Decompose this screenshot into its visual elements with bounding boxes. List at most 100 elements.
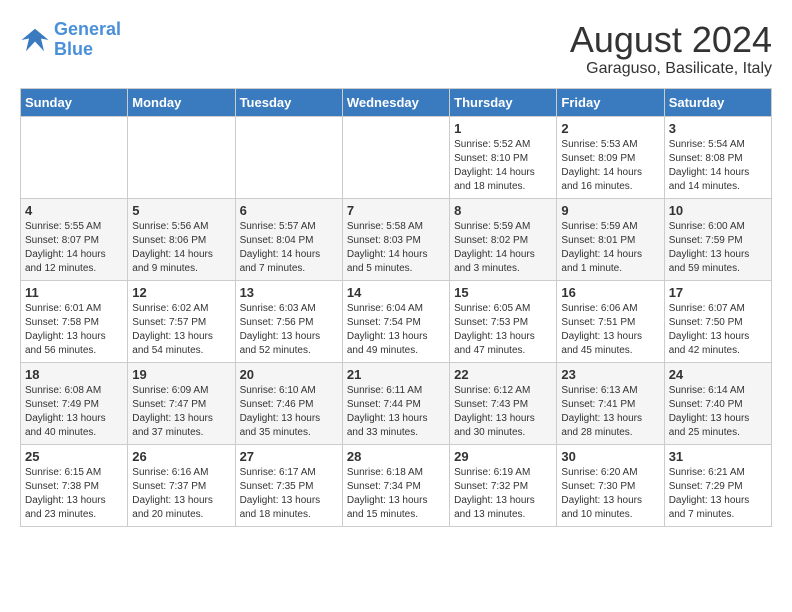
day-number: 21 [347, 367, 445, 382]
calendar-week-row: 11 Sunrise: 6:01 AM Sunset: 7:58 PM Dayli… [21, 280, 772, 362]
day-info: Sunrise: 6:03 AM Sunset: 7:56 PM Dayligh… [240, 302, 338, 358]
weekday-header-monday: Monday [128, 88, 235, 116]
day-info: Sunrise: 6:11 AM Sunset: 7:44 PM Dayligh… [347, 384, 445, 440]
day-info: Sunrise: 6:21 AM Sunset: 7:29 PM Dayligh… [669, 466, 767, 522]
calendar-cell: 7 Sunrise: 5:58 AM Sunset: 8:03 PM Daylig… [342, 198, 449, 280]
day-info: Sunrise: 6:17 AM Sunset: 7:35 PM Dayligh… [240, 466, 338, 522]
calendar-cell: 3 Sunrise: 5:54 AM Sunset: 8:08 PM Daylig… [664, 116, 771, 198]
calendar-cell: 30 Sunrise: 6:20 AM Sunset: 7:30 PM Dayli… [557, 444, 664, 526]
day-number: 10 [669, 203, 767, 218]
calendar-cell: 11 Sunrise: 6:01 AM Sunset: 7:58 PM Dayli… [21, 280, 128, 362]
day-info: Sunrise: 6:02 AM Sunset: 7:57 PM Dayligh… [132, 302, 230, 358]
day-number: 2 [561, 121, 659, 136]
calendar-cell: 14 Sunrise: 6:04 AM Sunset: 7:54 PM Dayli… [342, 280, 449, 362]
day-info: Sunrise: 5:57 AM Sunset: 8:04 PM Dayligh… [240, 220, 338, 276]
day-number: 30 [561, 449, 659, 464]
day-number: 16 [561, 285, 659, 300]
calendar-cell [21, 116, 128, 198]
calendar-cell: 26Sunrise: 6:16 AM Sunset: 7:37 PM Dayli… [128, 444, 235, 526]
day-number: 22 [454, 367, 552, 382]
day-info: Sunrise: 5:52 AM Sunset: 8:10 PM Dayligh… [454, 138, 552, 194]
calendar-cell: 31 Sunrise: 6:21 AM Sunset: 7:29 PM Dayli… [664, 444, 771, 526]
calendar-cell: 16 Sunrise: 6:06 AM Sunset: 7:51 PM Dayli… [557, 280, 664, 362]
day-number: 5 [132, 203, 230, 218]
day-number: 17 [669, 285, 767, 300]
day-info: Sunrise: 5:58 AM Sunset: 8:03 PM Dayligh… [347, 220, 445, 276]
calendar-cell: 9 Sunrise: 5:59 AM Sunset: 8:01 PM Daylig… [557, 198, 664, 280]
calendar-cell: 4 Sunrise: 5:55 AM Sunset: 8:07 PM Daylig… [21, 198, 128, 280]
day-info: Sunrise: 5:59 AM Sunset: 8:02 PM Dayligh… [454, 220, 552, 276]
calendar-cell: 5 Sunrise: 5:56 AM Sunset: 8:06 PM Daylig… [128, 198, 235, 280]
calendar-cell: 29 Sunrise: 6:19 AM Sunset: 7:32 PM Dayli… [450, 444, 557, 526]
day-info: Sunrise: 6:20 AM Sunset: 7:30 PM Dayligh… [561, 466, 659, 522]
day-info: Sunrise: 5:53 AM Sunset: 8:09 PM Dayligh… [561, 138, 659, 194]
title-block: August 2024 Garaguso, Basilicate, Italy [570, 20, 772, 78]
calendar-cell: 8Sunrise: 5:59 AM Sunset: 8:02 PM Daylig… [450, 198, 557, 280]
calendar-cell: 28 Sunrise: 6:18 AM Sunset: 7:34 PM Dayli… [342, 444, 449, 526]
day-number: 28 [347, 449, 445, 464]
calendar-cell: 17 Sunrise: 6:07 AM Sunset: 7:50 PM Dayli… [664, 280, 771, 362]
calendar-cell: 12Sunrise: 6:02 AM Sunset: 7:57 PM Dayli… [128, 280, 235, 362]
page-header: General Blue August 2024 Garaguso, Basil… [20, 20, 772, 78]
day-info: Sunrise: 6:04 AM Sunset: 7:54 PM Dayligh… [347, 302, 445, 358]
weekday-header-wednesday: Wednesday [342, 88, 449, 116]
day-info: Sunrise: 6:16 AM Sunset: 7:37 PM Dayligh… [132, 466, 230, 522]
weekday-header-saturday: Saturday [664, 88, 771, 116]
calendar-cell: 19Sunrise: 6:09 AM Sunset: 7:47 PM Dayli… [128, 362, 235, 444]
day-number: 3 [669, 121, 767, 136]
day-info: Sunrise: 6:01 AM Sunset: 7:58 PM Dayligh… [25, 302, 123, 358]
day-number: 25 [25, 449, 123, 464]
location-subtitle: Garaguso, Basilicate, Italy [570, 60, 772, 78]
day-info: Sunrise: 6:07 AM Sunset: 7:50 PM Dayligh… [669, 302, 767, 358]
day-number: 29 [454, 449, 552, 464]
day-info: Sunrise: 6:19 AM Sunset: 7:32 PM Dayligh… [454, 466, 552, 522]
day-info: Sunrise: 6:10 AM Sunset: 7:46 PM Dayligh… [240, 384, 338, 440]
day-number: 23 [561, 367, 659, 382]
calendar-cell: 24 Sunrise: 6:14 AM Sunset: 7:40 PM Dayli… [664, 362, 771, 444]
day-info: Sunrise: 5:56 AM Sunset: 8:06 PM Dayligh… [132, 220, 230, 276]
calendar-cell: 10 Sunrise: 6:00 AM Sunset: 7:59 PM Dayli… [664, 198, 771, 280]
logo-icon [20, 25, 50, 55]
calendar-table: SundayMondayTuesdayWednesdayThursdayFrid… [20, 88, 772, 527]
day-info: Sunrise: 6:05 AM Sunset: 7:53 PM Dayligh… [454, 302, 552, 358]
calendar-cell: 1Sunrise: 5:52 AM Sunset: 8:10 PM Daylig… [450, 116, 557, 198]
day-number: 6 [240, 203, 338, 218]
weekday-header-row: SundayMondayTuesdayWednesdayThursdayFrid… [21, 88, 772, 116]
day-info: Sunrise: 5:54 AM Sunset: 8:08 PM Dayligh… [669, 138, 767, 194]
day-number: 4 [25, 203, 123, 218]
day-number: 7 [347, 203, 445, 218]
day-info: Sunrise: 6:00 AM Sunset: 7:59 PM Dayligh… [669, 220, 767, 276]
calendar-cell: 13Sunrise: 6:03 AM Sunset: 7:56 PM Dayli… [235, 280, 342, 362]
day-number: 15 [454, 285, 552, 300]
day-number: 31 [669, 449, 767, 464]
day-info: Sunrise: 6:14 AM Sunset: 7:40 PM Dayligh… [669, 384, 767, 440]
day-info: Sunrise: 6:12 AM Sunset: 7:43 PM Dayligh… [454, 384, 552, 440]
day-number: 14 [347, 285, 445, 300]
weekday-header-friday: Friday [557, 88, 664, 116]
weekday-header-thursday: Thursday [450, 88, 557, 116]
weekday-header-sunday: Sunday [21, 88, 128, 116]
day-info: Sunrise: 6:18 AM Sunset: 7:34 PM Dayligh… [347, 466, 445, 522]
calendar-cell: 2 Sunrise: 5:53 AM Sunset: 8:09 PM Daylig… [557, 116, 664, 198]
calendar-week-row: 1Sunrise: 5:52 AM Sunset: 8:10 PM Daylig… [21, 116, 772, 198]
calendar-cell: 18Sunrise: 6:08 AM Sunset: 7:49 PM Dayli… [21, 362, 128, 444]
day-number: 9 [561, 203, 659, 218]
calendar-week-row: 25Sunrise: 6:15 AM Sunset: 7:38 PM Dayli… [21, 444, 772, 526]
day-number: 11 [25, 285, 123, 300]
day-number: 24 [669, 367, 767, 382]
calendar-cell: 21 Sunrise: 6:11 AM Sunset: 7:44 PM Dayli… [342, 362, 449, 444]
calendar-cell [235, 116, 342, 198]
calendar-cell: 6 Sunrise: 5:57 AM Sunset: 8:04 PM Daylig… [235, 198, 342, 280]
calendar-cell: 22 Sunrise: 6:12 AM Sunset: 7:43 PM Dayli… [450, 362, 557, 444]
calendar-cell: 23 Sunrise: 6:13 AM Sunset: 7:41 PM Dayli… [557, 362, 664, 444]
calendar-week-row: 4 Sunrise: 5:55 AM Sunset: 8:07 PM Daylig… [21, 198, 772, 280]
calendar-cell: 20Sunrise: 6:10 AM Sunset: 7:46 PM Dayli… [235, 362, 342, 444]
day-info: Sunrise: 6:06 AM Sunset: 7:51 PM Dayligh… [561, 302, 659, 358]
day-info: Sunrise: 6:09 AM Sunset: 7:47 PM Dayligh… [132, 384, 230, 440]
day-info: Sunrise: 6:13 AM Sunset: 7:41 PM Dayligh… [561, 384, 659, 440]
day-info: Sunrise: 5:59 AM Sunset: 8:01 PM Dayligh… [561, 220, 659, 276]
day-info: Sunrise: 5:55 AM Sunset: 8:07 PM Dayligh… [25, 220, 123, 276]
month-year-title: August 2024 [570, 20, 772, 60]
calendar-cell [342, 116, 449, 198]
day-number: 18 [25, 367, 123, 382]
